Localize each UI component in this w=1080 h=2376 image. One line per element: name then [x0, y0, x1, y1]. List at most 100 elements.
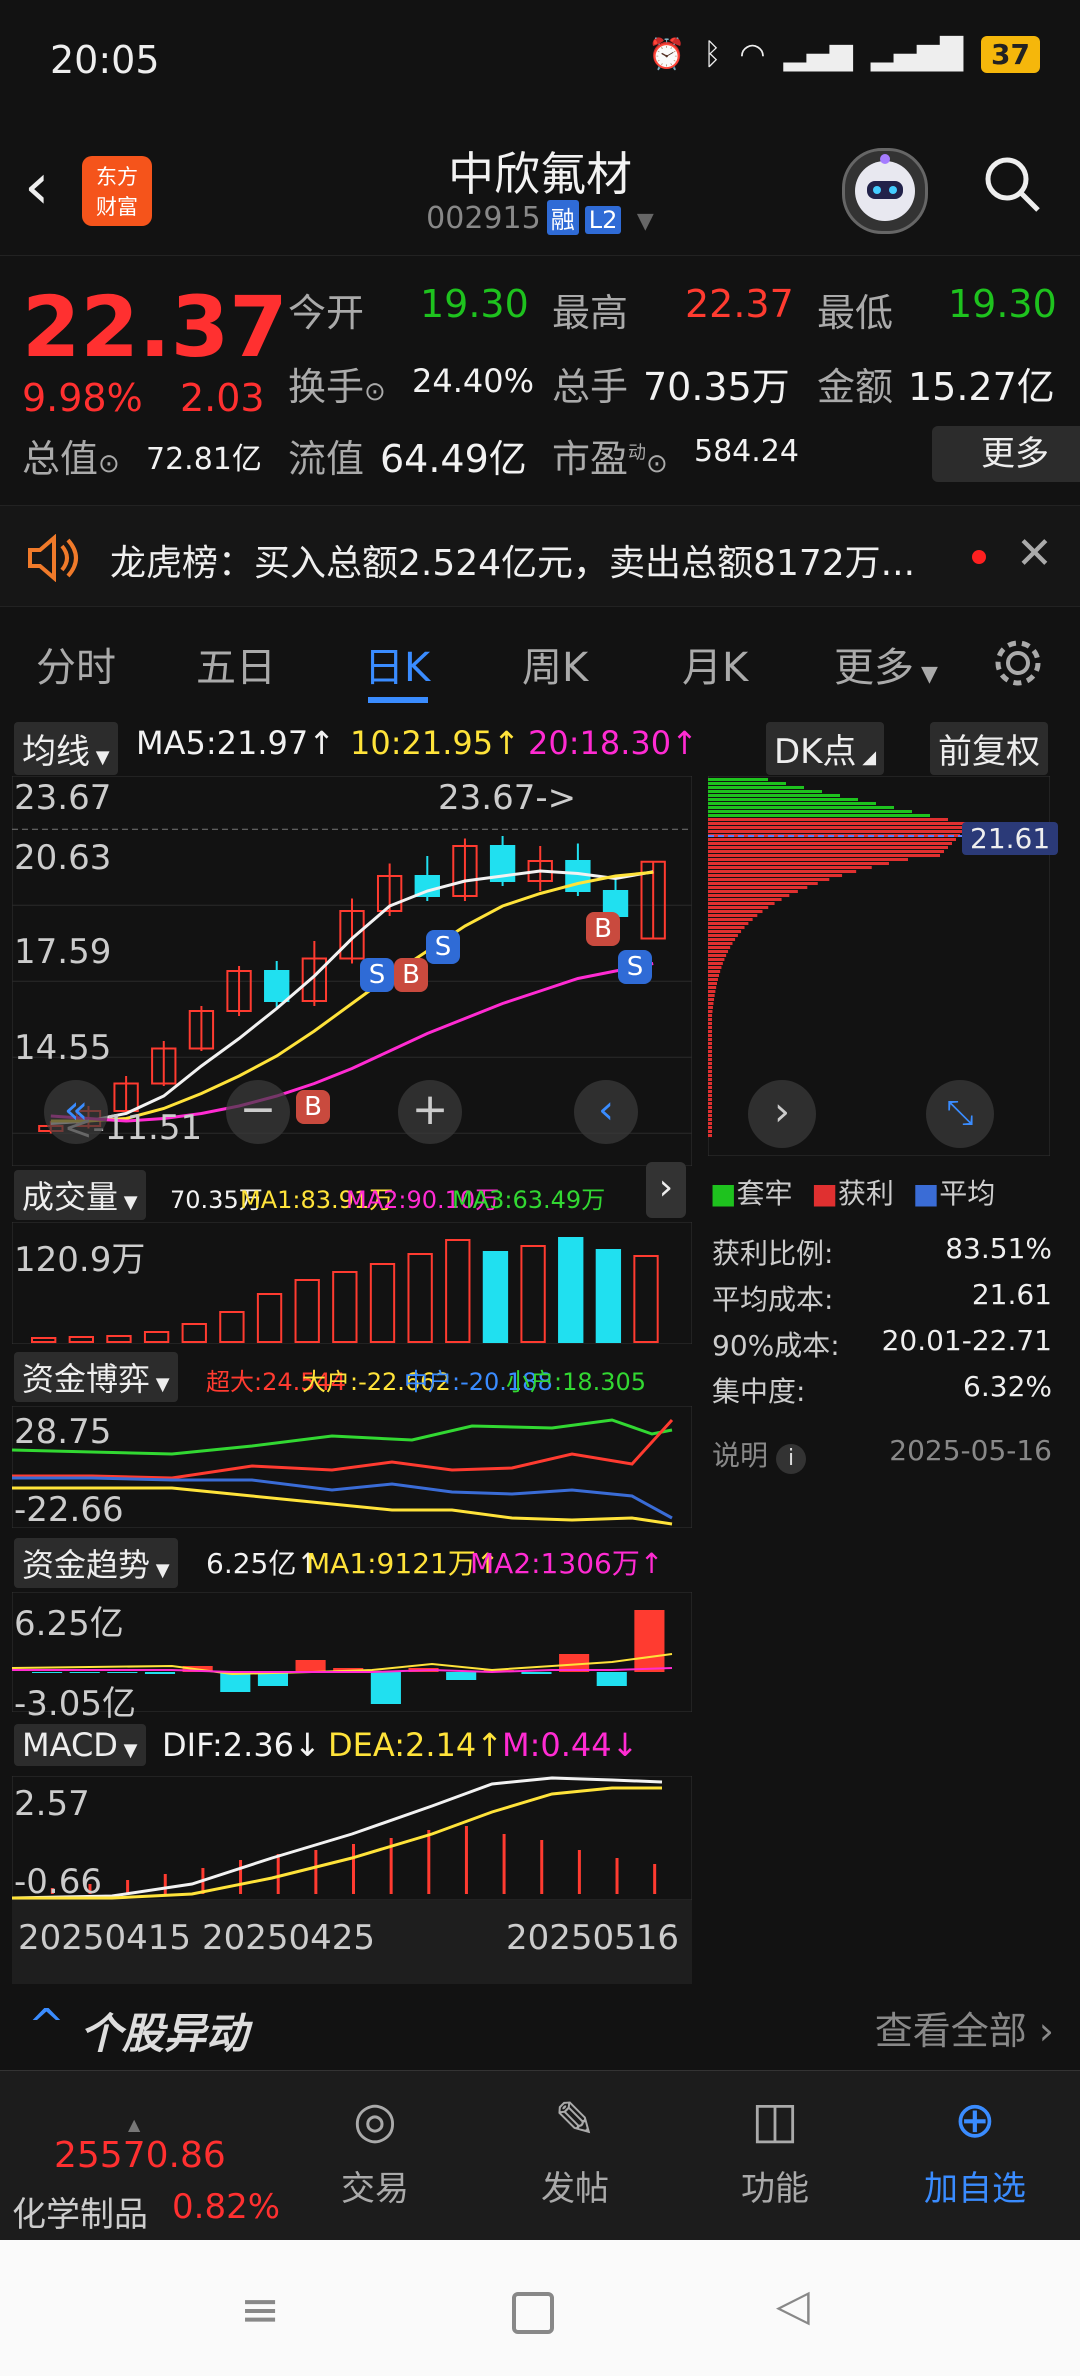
chip-bar: [708, 1046, 712, 1049]
chip-bar: [708, 1082, 712, 1085]
chip-bar: [708, 938, 736, 941]
volume-selector[interactable]: 成交量 ▼: [14, 1170, 146, 1220]
macd-bar: [464, 1826, 468, 1894]
chip-bar: [708, 1078, 712, 1081]
chip-next-button[interactable]: ›: [748, 1080, 816, 1148]
chip-bar: [708, 986, 717, 989]
more-button[interactable]: 更多: [932, 426, 1080, 482]
amount-value: 15.27亿: [908, 365, 1055, 409]
date-tick-0: 20250415: [18, 1918, 192, 1958]
chip-bar: [708, 962, 723, 965]
chip-bar: [708, 890, 798, 893]
tab-five-day[interactable]: 五日: [196, 635, 276, 693]
zoom-in-button[interactable]: +: [398, 1080, 462, 1144]
news-text: 龙虎榜：买入总额2.524亿元，卖出总额8172万...: [110, 543, 916, 584]
y-label-0: 23.67: [14, 778, 112, 818]
fund-trend-selector[interactable]: 资金趋势 ▼: [14, 1538, 178, 1588]
chip-bar: [708, 1122, 712, 1125]
chip-note-row[interactable]: 说明 i 2025-05-16: [712, 1434, 1052, 1474]
chip-bar: [708, 906, 769, 909]
scroll-left-button[interactable]: ‹: [574, 1080, 638, 1144]
ma-selector[interactable]: 均线 ▼: [14, 722, 118, 775]
fund-trend-bar: [446, 1672, 477, 1680]
chip-bar: [708, 798, 858, 801]
tab-weekly-k[interactable]: 周K: [522, 635, 588, 693]
active-tab-indicator: [368, 697, 428, 703]
chip-bar: [708, 978, 718, 981]
chip-bar: [708, 1102, 712, 1105]
chip-bar: [708, 818, 948, 821]
buy-signal: B: [586, 912, 620, 946]
chip-bar: [708, 878, 830, 881]
search-icon[interactable]: [980, 152, 1044, 231]
tab-monthly-k[interactable]: 月K: [682, 635, 748, 693]
tab-daily-k[interactable]: 日K: [364, 635, 430, 693]
chip-bar: [708, 1110, 712, 1113]
fund-trend-bar: [32, 1672, 63, 1673]
high-value: 22.37: [685, 282, 794, 326]
sell-signal: S: [618, 950, 652, 984]
mktcap-label: 总值⊙: [22, 437, 120, 481]
news-ticker[interactable]: 龙虎榜：买入总额2.524亿元，卖出总额8172万... ✕: [0, 505, 1080, 607]
chip-bar: [708, 1014, 713, 1017]
date-tick-1: 20250425: [202, 1918, 376, 1958]
chip-bar: [708, 1062, 712, 1065]
tab-intraday[interactable]: 分时: [36, 635, 116, 693]
chip-bar: [708, 902, 775, 905]
nav-add-watchlist[interactable]: ⊕ 加自选: [900, 2091, 1050, 2210]
macd-m: M:0.44↓: [502, 1726, 639, 1764]
chip-legend: ■套牢 ■获利 ■平均: [710, 1177, 996, 1210]
robot-icon: [855, 154, 915, 221]
turnover-value: 24.40%: [412, 362, 535, 400]
panel-switch-button[interactable]: ›: [646, 1162, 686, 1218]
dk-point-button[interactable]: DK点 ◢: [766, 722, 885, 775]
nav-functions[interactable]: ◫ 功能: [700, 2091, 850, 2210]
macd-selector[interactable]: MACD ▼: [14, 1724, 146, 1766]
chip-bar: [708, 850, 944, 853]
stock-movement-section: ^ 个股异动 查看全部 ›: [0, 1990, 1080, 2070]
chip-bar: [708, 826, 968, 829]
index-value[interactable]: 25570.86: [54, 2135, 226, 2176]
fund-game-y-bot: -22.66: [14, 1490, 124, 1530]
view-all-link[interactable]: 查看全部 ›: [875, 2000, 1054, 2055]
chevron-up-icon[interactable]: ^: [28, 2000, 65, 2051]
index-pct: 0.82%: [172, 2187, 281, 2227]
chip-bar: [708, 858, 908, 861]
chip-bar: [708, 854, 940, 857]
adjust-button[interactable]: 前复权: [930, 722, 1048, 775]
zoom-out-button[interactable]: −: [226, 1080, 290, 1144]
back-nav-icon[interactable]: ◁: [776, 2280, 810, 2331]
index-name[interactable]: 化学制品: [12, 2187, 148, 2236]
tab-more[interactable]: 更多 ▼: [834, 635, 938, 693]
nav-trade[interactable]: ◎ 交易: [300, 2091, 450, 2210]
macd-bar: [502, 1834, 506, 1894]
macd-bar: [126, 1880, 130, 1894]
level-tag: L2: [584, 206, 622, 234]
fund-game-selector[interactable]: 资金博弈 ▼: [14, 1352, 178, 1402]
gear-icon[interactable]: [990, 635, 1046, 691]
fund-game-y-top: 28.75: [14, 1412, 112, 1452]
fund-trend-bar: [596, 1672, 627, 1686]
menu-icon[interactable]: ≡: [240, 2282, 280, 2338]
close-icon[interactable]: ✕: [1016, 528, 1053, 579]
rewind-button[interactable]: «: [44, 1080, 108, 1144]
chip-bar: [708, 950, 729, 953]
home-icon[interactable]: [512, 2292, 554, 2334]
high-marker: 23.67->: [438, 778, 577, 818]
macd-bar: [615, 1858, 619, 1894]
chip-bar: [708, 914, 758, 917]
fund-trend-bar: [295, 1660, 326, 1672]
expand-icon[interactable]: ⤡: [926, 1080, 994, 1148]
nav-post[interactable]: ✎ 发帖: [500, 2091, 650, 2210]
unread-dot: [972, 550, 986, 564]
macd-bar: [577, 1850, 581, 1894]
current-price: 22.37: [22, 278, 288, 376]
chip-bar: [708, 778, 768, 781]
chip-bar: [708, 1006, 713, 1009]
chip-bar: [708, 970, 721, 973]
assistant-avatar[interactable]: [842, 148, 928, 234]
amount-label: 金额: [817, 365, 894, 409]
fund-trend-bar: [370, 1672, 401, 1704]
chevron-down-icon: ▼: [636, 209, 654, 234]
fund-trend-bar: [144, 1672, 176, 1674]
